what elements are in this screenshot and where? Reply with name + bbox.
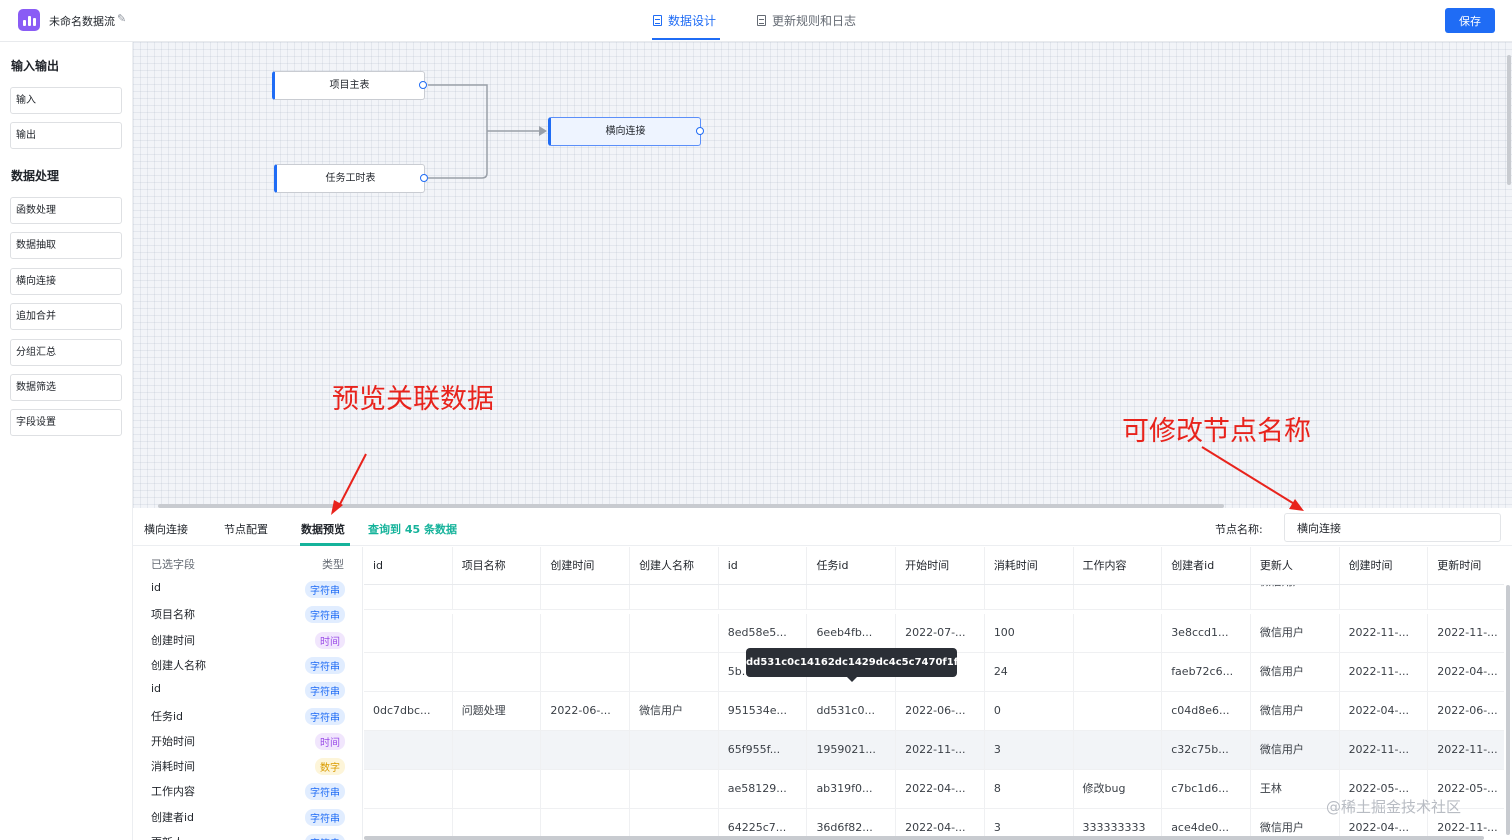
arrow-line [1201,446,1297,506]
arrowhead-icon [1289,499,1304,511]
cell-tooltip: dd531c0c14162dc1429dc4c5c7470f1f [746,648,958,682]
annotation-arrows [331,446,1304,515]
watermark: @稀土掘金技术社区 [1326,798,1462,816]
arrow-line [337,453,367,509]
